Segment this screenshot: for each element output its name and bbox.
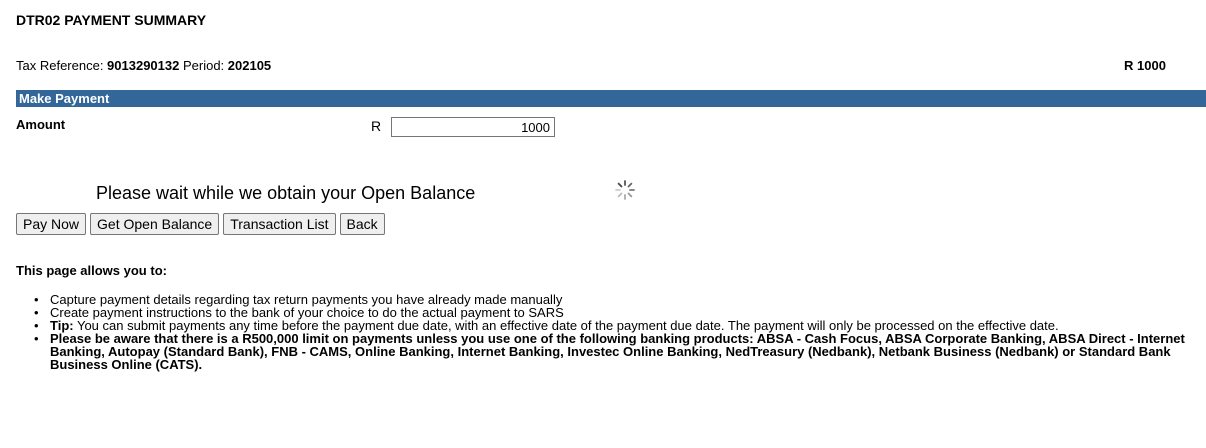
info-intro: This page allows you to:: [16, 263, 167, 278]
transaction-list-button[interactable]: Transaction List: [223, 213, 336, 235]
make-payment-header: Make Payment: [16, 90, 1206, 107]
info-list: Capture payment details regarding tax re…: [32, 293, 1206, 371]
period-value: 202105: [227, 58, 272, 73]
page-title: DTR02 PAYMENT SUMMARY: [16, 12, 207, 28]
loading-spinner-icon: [615, 180, 635, 200]
tax-reference-value: 9013290132: [107, 58, 180, 73]
action-buttons: Pay Now Get Open Balance Transaction Lis…: [16, 213, 385, 235]
period-label: Period:: [179, 58, 228, 73]
currency-symbol: R: [371, 118, 382, 134]
amount-label: Amount: [16, 117, 66, 132]
limit-notice: Please be aware that there is a R500,000…: [50, 331, 1185, 372]
back-button[interactable]: Back: [339, 213, 385, 235]
open-balance-wait-message: Please wait while we obtain your Open Ba…: [96, 183, 476, 203]
get-open-balance-button[interactable]: Get Open Balance: [90, 213, 220, 235]
pay-now-button[interactable]: Pay Now: [16, 213, 87, 235]
amount-input[interactable]: [391, 117, 555, 137]
reference-row: Tax Reference: 9013290132 Period: 202105: [16, 58, 271, 73]
payment-summary-page: DTR02 PAYMENT SUMMARY Tax Reference: 901…: [0, 0, 1206, 448]
reference-amount: R 1000: [1124, 58, 1166, 73]
list-item: Please be aware that there is a R500,000…: [32, 332, 1206, 371]
tax-reference-label: Tax Reference:: [16, 58, 108, 73]
